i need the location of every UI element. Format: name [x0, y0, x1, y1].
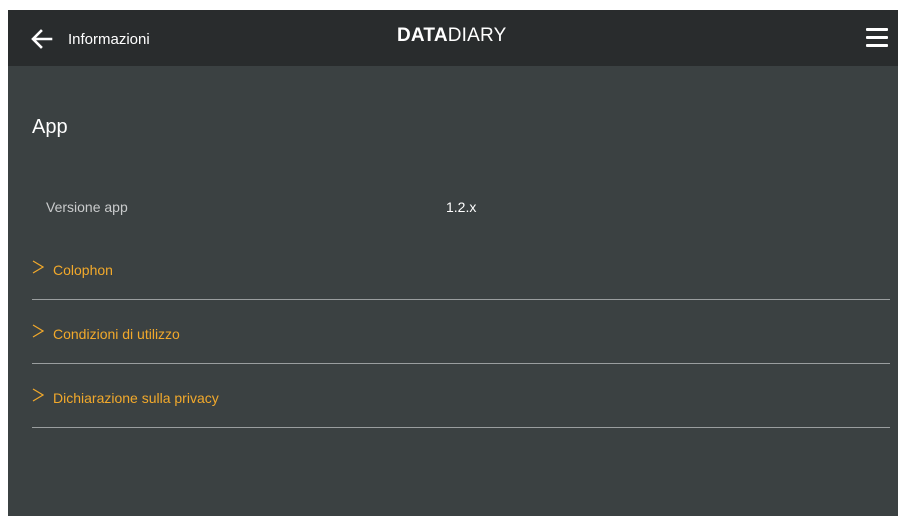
datadiary-logo: DATADIARY — [397, 24, 506, 48]
divider — [32, 427, 890, 428]
link-label: Colophon — [53, 262, 113, 278]
chevron-right-icon — [32, 388, 44, 402]
logo-light-text: DIARY — [447, 25, 507, 46]
app-window: Informazioni DATADIARY App Versione app … — [8, 10, 898, 516]
link-label: Condizioni di utilizzo — [53, 326, 180, 342]
section-title: App — [32, 116, 68, 138]
page-title: Informazioni — [68, 31, 150, 48]
chevron-right-icon — [32, 260, 44, 274]
arrow-left-icon — [31, 29, 53, 49]
link-colophon[interactable]: Colophon — [32, 260, 890, 324]
top-bar: Informazioni DATADIARY — [8, 10, 898, 66]
logo-bold-text: DATA — [397, 25, 448, 46]
menu-button[interactable] — [866, 28, 888, 48]
version-label: Versione app — [46, 199, 128, 215]
version-value: 1.2.x — [446, 199, 477, 215]
link-privacy-statement[interactable]: Dichiarazione sulla privacy — [32, 388, 890, 452]
chevron-right-icon — [32, 324, 44, 338]
link-label: Dichiarazione sulla privacy — [53, 390, 219, 406]
link-terms-of-use[interactable]: Condizioni di utilizzo — [32, 324, 890, 388]
divider — [32, 363, 890, 364]
divider — [32, 299, 890, 300]
back-button[interactable] — [30, 27, 54, 51]
